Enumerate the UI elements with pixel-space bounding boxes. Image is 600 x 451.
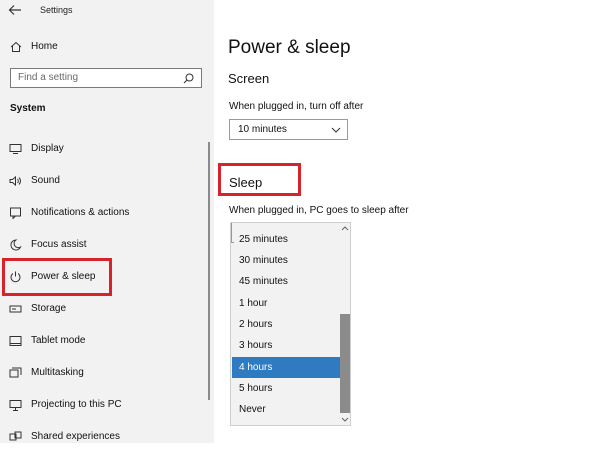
search-box[interactable] [10,68,202,88]
sidebar-item-notifications[interactable]: Notifications & actions [0,199,207,227]
sidebar-item-label: Shared experiences [31,431,120,442]
multitasking-icon [9,367,22,378]
screen-plugged-label: When plugged in, turn off after [229,101,364,112]
list-scrollbar[interactable] [340,223,350,425]
search-input[interactable] [18,72,168,83]
display-icon [9,144,22,154]
screen-timeout-dropdown[interactable]: 10 minutes [229,119,348,140]
tablet-icon [9,336,22,346]
sleep-option[interactable]: 30 minutes [232,250,340,271]
sidebar-item-label: Sound [31,175,60,186]
chevron-down-icon [331,127,341,133]
sidebar-item-label: Storage [31,303,67,314]
sidebar-item-sound[interactable]: Sound [0,167,207,195]
sleep-option[interactable]: 3 hours [232,335,340,356]
sidebar-scrollbar[interactable] [208,142,210,400]
sleep-options-list[interactable]: 25 minutes 30 minutes 45 minutes 1 hour … [230,222,351,426]
sleep-option[interactable]: 1 hour [232,293,340,314]
sidebar-item-label: Display [31,143,64,154]
shared-icon [9,431,22,441]
screen-timeout-value: 10 minutes [238,124,287,135]
sidebar-item-label: Projecting to this PC [31,399,122,410]
speaker-icon [9,175,21,187]
scroll-up-icon[interactable] [341,225,349,231]
sidebar-item-shared-experiences[interactable]: Shared experiences [0,423,207,451]
sidebar-item-label: Tablet mode [31,335,86,346]
app-title: Settings [40,5,73,15]
storage-icon [9,305,22,313]
power-sleep-highlight [2,258,112,296]
screen-heading: Screen [228,71,270,86]
sidebar-item-label: Focus assist [31,239,87,250]
home-label: Home [31,41,58,52]
sleep-option[interactable]: 25 minutes [232,229,340,250]
sidebar-item-focus-assist[interactable]: Focus assist [0,231,207,259]
moon-icon [10,239,22,251]
title-bar: Settings [0,0,214,22]
sleep-plugged-label: When plugged in, PC goes to sleep after [229,205,409,216]
search-icon[interactable] [183,73,194,84]
page-title: Power & sleep [228,37,351,58]
sleep-option[interactable]: 5 hours [232,378,340,399]
back-arrow-icon[interactable] [8,4,22,16]
sidebar-item-label: Multitasking [31,367,84,378]
projector-icon [9,400,22,411]
sleep-option-selected[interactable]: 4 hours [232,357,340,378]
sidebar-item-tablet-mode[interactable]: Tablet mode [0,327,207,355]
sidebar-item-label: Notifications & actions [31,207,130,218]
sidebar-item-storage[interactable]: Storage [0,295,207,323]
scroll-down-icon[interactable] [341,417,349,423]
home-icon [10,41,22,52]
sidebar-item-projecting[interactable]: Projecting to this PC [0,391,207,419]
sleep-option[interactable]: Never [232,399,340,420]
scrollbar-thumb[interactable] [340,314,350,413]
sidebar-item-display[interactable]: Display [0,135,207,163]
sleep-option[interactable]: 2 hours [232,314,340,335]
section-heading: System [10,103,46,114]
sleep-heading: Sleep [229,175,263,190]
home-nav[interactable]: Home [0,36,214,60]
notification-icon [10,207,21,219]
sleep-option[interactable]: 45 minutes [232,271,340,292]
sidebar-item-multitasking[interactable]: Multitasking [0,359,207,387]
sidebar: Settings Home System Display Sound [0,0,214,443]
